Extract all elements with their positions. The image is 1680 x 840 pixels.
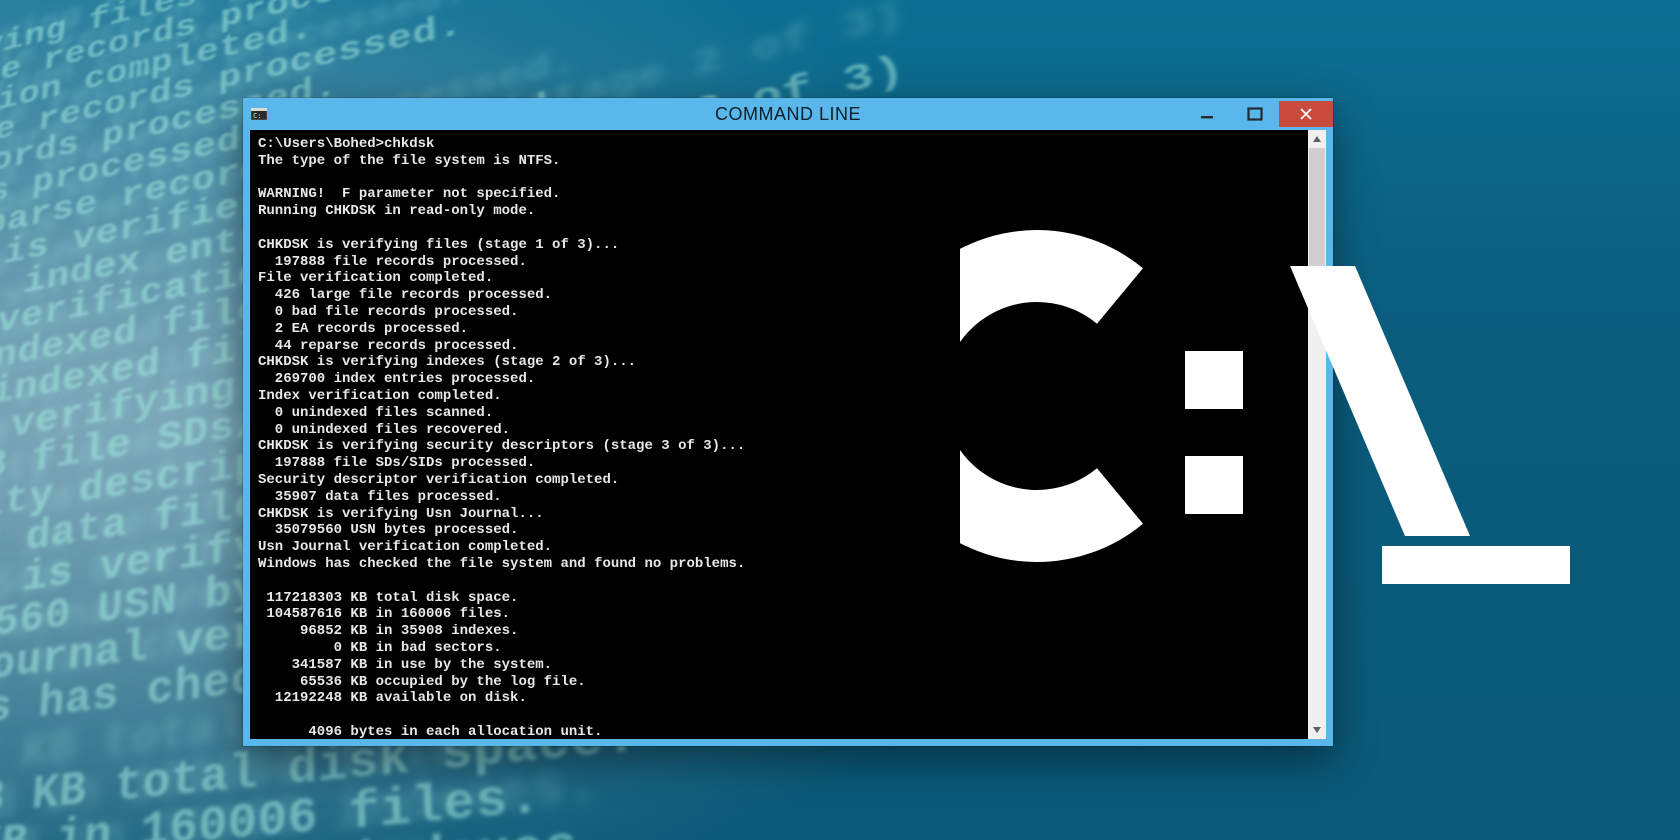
terminal-line: 269700 index entries processed. bbox=[258, 371, 1300, 388]
terminal-line: 96852 KB in 35908 indexes. bbox=[258, 623, 1300, 640]
terminal-line: 197888 file records processed. bbox=[258, 254, 1300, 271]
terminal-line: 341587 KB in use by the system. bbox=[258, 657, 1300, 674]
terminal-line: 197888 file SDs/SIDs processed. bbox=[258, 455, 1300, 472]
close-button[interactable] bbox=[1279, 101, 1333, 127]
terminal-line: The type of the file system is NTFS. bbox=[258, 153, 1300, 170]
terminal-line: Usn Journal verification completed. bbox=[258, 539, 1300, 556]
scroll-track[interactable] bbox=[1308, 148, 1326, 721]
terminal-line: WARNING! F parameter not specified. bbox=[258, 186, 1300, 203]
terminal-line: 12192248 KB available on disk. bbox=[258, 690, 1300, 707]
terminal-line: Security descriptor verification complet… bbox=[258, 472, 1300, 489]
terminal-line: 0 bad file records processed. bbox=[258, 304, 1300, 321]
terminal-line: 35079560 USN bytes processed. bbox=[258, 522, 1300, 539]
terminal-line: 44 reparse records processed. bbox=[258, 338, 1300, 355]
terminal-line: CHKDSK is verifying files (stage 1 of 3)… bbox=[258, 237, 1300, 254]
terminal-line: 104587616 KB in 160006 files. bbox=[258, 606, 1300, 623]
terminal-line bbox=[258, 220, 1300, 237]
terminal-app-icon: C: bbox=[249, 104, 269, 124]
terminal-line: 0 KB in bad sectors. bbox=[258, 640, 1300, 657]
terminal-line bbox=[258, 170, 1300, 187]
terminal-output[interactable]: C:\Users\Bohed>chkdskThe type of the fil… bbox=[250, 130, 1308, 739]
terminal-line: CHKDSK is verifying indexes (stage 2 of … bbox=[258, 354, 1300, 371]
terminal-line: 0 unindexed files recovered. bbox=[258, 422, 1300, 439]
command-line-window: C: COMMAND LINE C:\User bbox=[243, 98, 1333, 746]
terminal-line: 35907 data files processed. bbox=[258, 489, 1300, 506]
terminal-line: 0 unindexed files scanned. bbox=[258, 405, 1300, 422]
minimize-button[interactable] bbox=[1183, 101, 1231, 127]
terminal-line: 4096 bytes in each allocation unit. bbox=[258, 724, 1300, 739]
client-area: C:\Users\Bohed>chkdskThe type of the fil… bbox=[250, 130, 1326, 739]
terminal-line: Running CHKDSK in read-only mode. bbox=[258, 203, 1300, 220]
terminal-line: Windows has checked the file system and … bbox=[258, 556, 1300, 573]
terminal-line: File verification completed. bbox=[258, 270, 1300, 287]
terminal-line: C:\Users\Bohed>chkdsk bbox=[258, 136, 1300, 153]
terminal-line: 117218303 KB total disk space. bbox=[258, 590, 1300, 607]
terminal-line bbox=[258, 707, 1300, 724]
terminal-line: Index verification completed. bbox=[258, 388, 1300, 405]
scroll-up-arrow-icon[interactable] bbox=[1308, 130, 1326, 148]
terminal-line: 426 large file records processed. bbox=[258, 287, 1300, 304]
scrollbar[interactable] bbox=[1308, 130, 1326, 739]
terminal-line: CHKDSK is verifying security descriptors… bbox=[258, 438, 1300, 455]
window-controls bbox=[1183, 101, 1333, 127]
svg-text:C:: C: bbox=[253, 112, 261, 120]
terminal-line bbox=[258, 573, 1300, 590]
titlebar[interactable]: C: COMMAND LINE bbox=[243, 98, 1333, 130]
terminal-line: 65536 KB occupied by the log file. bbox=[258, 674, 1300, 691]
window-title: COMMAND LINE bbox=[243, 104, 1333, 125]
terminal-line: CHKDSK is verifying Usn Journal... bbox=[258, 506, 1300, 523]
scroll-thumb[interactable] bbox=[1309, 148, 1325, 268]
maximize-button[interactable] bbox=[1231, 101, 1279, 127]
terminal-line: 2 EA records processed. bbox=[258, 321, 1300, 338]
scroll-down-arrow-icon[interactable] bbox=[1308, 721, 1326, 739]
